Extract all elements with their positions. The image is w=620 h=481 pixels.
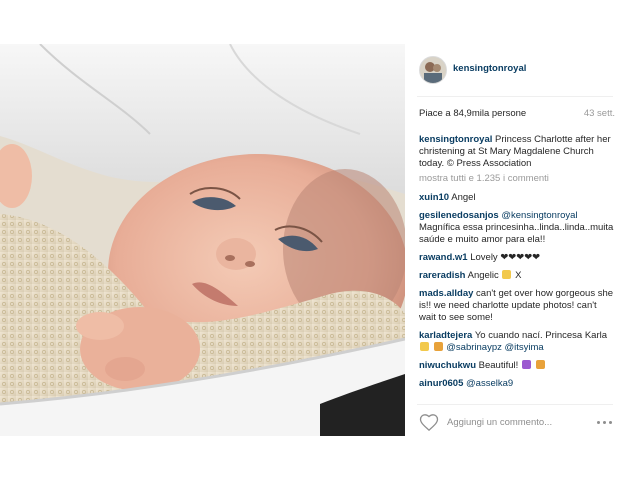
caption: kensingtonroyal Princess Charlotte after… bbox=[419, 134, 615, 170]
comment-mention[interactable]: @sabrinaypz bbox=[446, 342, 502, 353]
comment: karladtejera Yo cuando nací. Princesa Ka… bbox=[419, 330, 615, 354]
comment-username[interactable]: gesilenedosanjos bbox=[419, 210, 499, 221]
avatar-image bbox=[420, 57, 446, 83]
laughing-cat-emoji-icon bbox=[535, 360, 545, 369]
comment-mention[interactable]: @itsyima bbox=[505, 342, 544, 353]
heart-outline-icon[interactable] bbox=[419, 414, 439, 435]
comment-username[interactable]: karladtejera bbox=[419, 330, 472, 341]
footer-divider bbox=[417, 404, 613, 405]
comment-text-after: X bbox=[515, 270, 522, 281]
comment-username[interactable]: xuin10 bbox=[419, 192, 449, 203]
comment-text: Angelic bbox=[467, 270, 499, 281]
show-all-comments-link[interactable]: mostra tutti e 1.235 i commenti bbox=[419, 173, 615, 185]
comment-mention[interactable]: @kensingtonroyal bbox=[501, 210, 577, 221]
baby-photo bbox=[0, 44, 405, 436]
more-options-icon[interactable] bbox=[597, 421, 612, 424]
comment-username[interactable]: rareradish bbox=[419, 270, 465, 281]
header-divider bbox=[417, 96, 613, 97]
comment-text: Beautiful! bbox=[478, 360, 519, 371]
comment-username[interactable]: ainur0605 bbox=[419, 378, 463, 389]
comment-text: Magnífica essa princesinha..linda..linda… bbox=[419, 222, 614, 245]
purple-heart-emoji-icon bbox=[521, 360, 531, 369]
post-header: kensingtonroyal bbox=[405, 44, 620, 96]
post-side-panel: kensingtonroyal Piace a 84,9mila persone… bbox=[405, 44, 620, 436]
add-comment-input[interactable] bbox=[447, 417, 577, 428]
post-author-username[interactable]: kensingtonroyal bbox=[453, 63, 526, 75]
halo-emoji-icon bbox=[502, 270, 512, 279]
comment: rawand.w1 Lovely ❤❤❤❤❤ bbox=[419, 252, 615, 264]
comment: mads.allday can't get over how gorgeous … bbox=[419, 288, 615, 324]
comment: niwuchukwu Beautiful! bbox=[419, 360, 615, 372]
comment: xuin10 Angel bbox=[419, 192, 615, 204]
comment-username[interactable]: rawand.w1 bbox=[419, 252, 468, 263]
comment-text: Yo cuando nací. Princesa Karla bbox=[474, 330, 608, 341]
likes-count[interactable]: Piace a 84,9mila persone bbox=[419, 108, 526, 120]
post-time[interactable]: 43 sett. bbox=[584, 108, 615, 120]
comment: gesilenedosanjos @kensingtonroyal Magníf… bbox=[419, 210, 615, 246]
likes-row: Piace a 84,9mila persone 43 sett. bbox=[419, 108, 615, 120]
comment-username[interactable]: mads.allday bbox=[419, 288, 473, 299]
avatar[interactable] bbox=[419, 56, 447, 84]
post-footer bbox=[405, 408, 620, 436]
comment-username[interactable]: niwuchukwu bbox=[419, 360, 476, 371]
comment-mention[interactable]: @asselka9 bbox=[466, 378, 513, 389]
comment-text: Lovely ❤❤❤❤❤ bbox=[470, 252, 541, 263]
comment: rareradish Angelic X bbox=[419, 270, 615, 282]
post-image[interactable] bbox=[0, 44, 405, 436]
caption-username[interactable]: kensingtonroyal bbox=[419, 134, 492, 145]
comment: ainur0605 @asselka9 bbox=[419, 378, 615, 390]
comments-list: kensingtonroyal Princess Charlotte after… bbox=[419, 134, 615, 396]
laughing-cat-emoji-icon bbox=[433, 342, 443, 351]
hand-emoji-icon bbox=[420, 342, 429, 351]
comment-text: Angel bbox=[451, 192, 476, 203]
